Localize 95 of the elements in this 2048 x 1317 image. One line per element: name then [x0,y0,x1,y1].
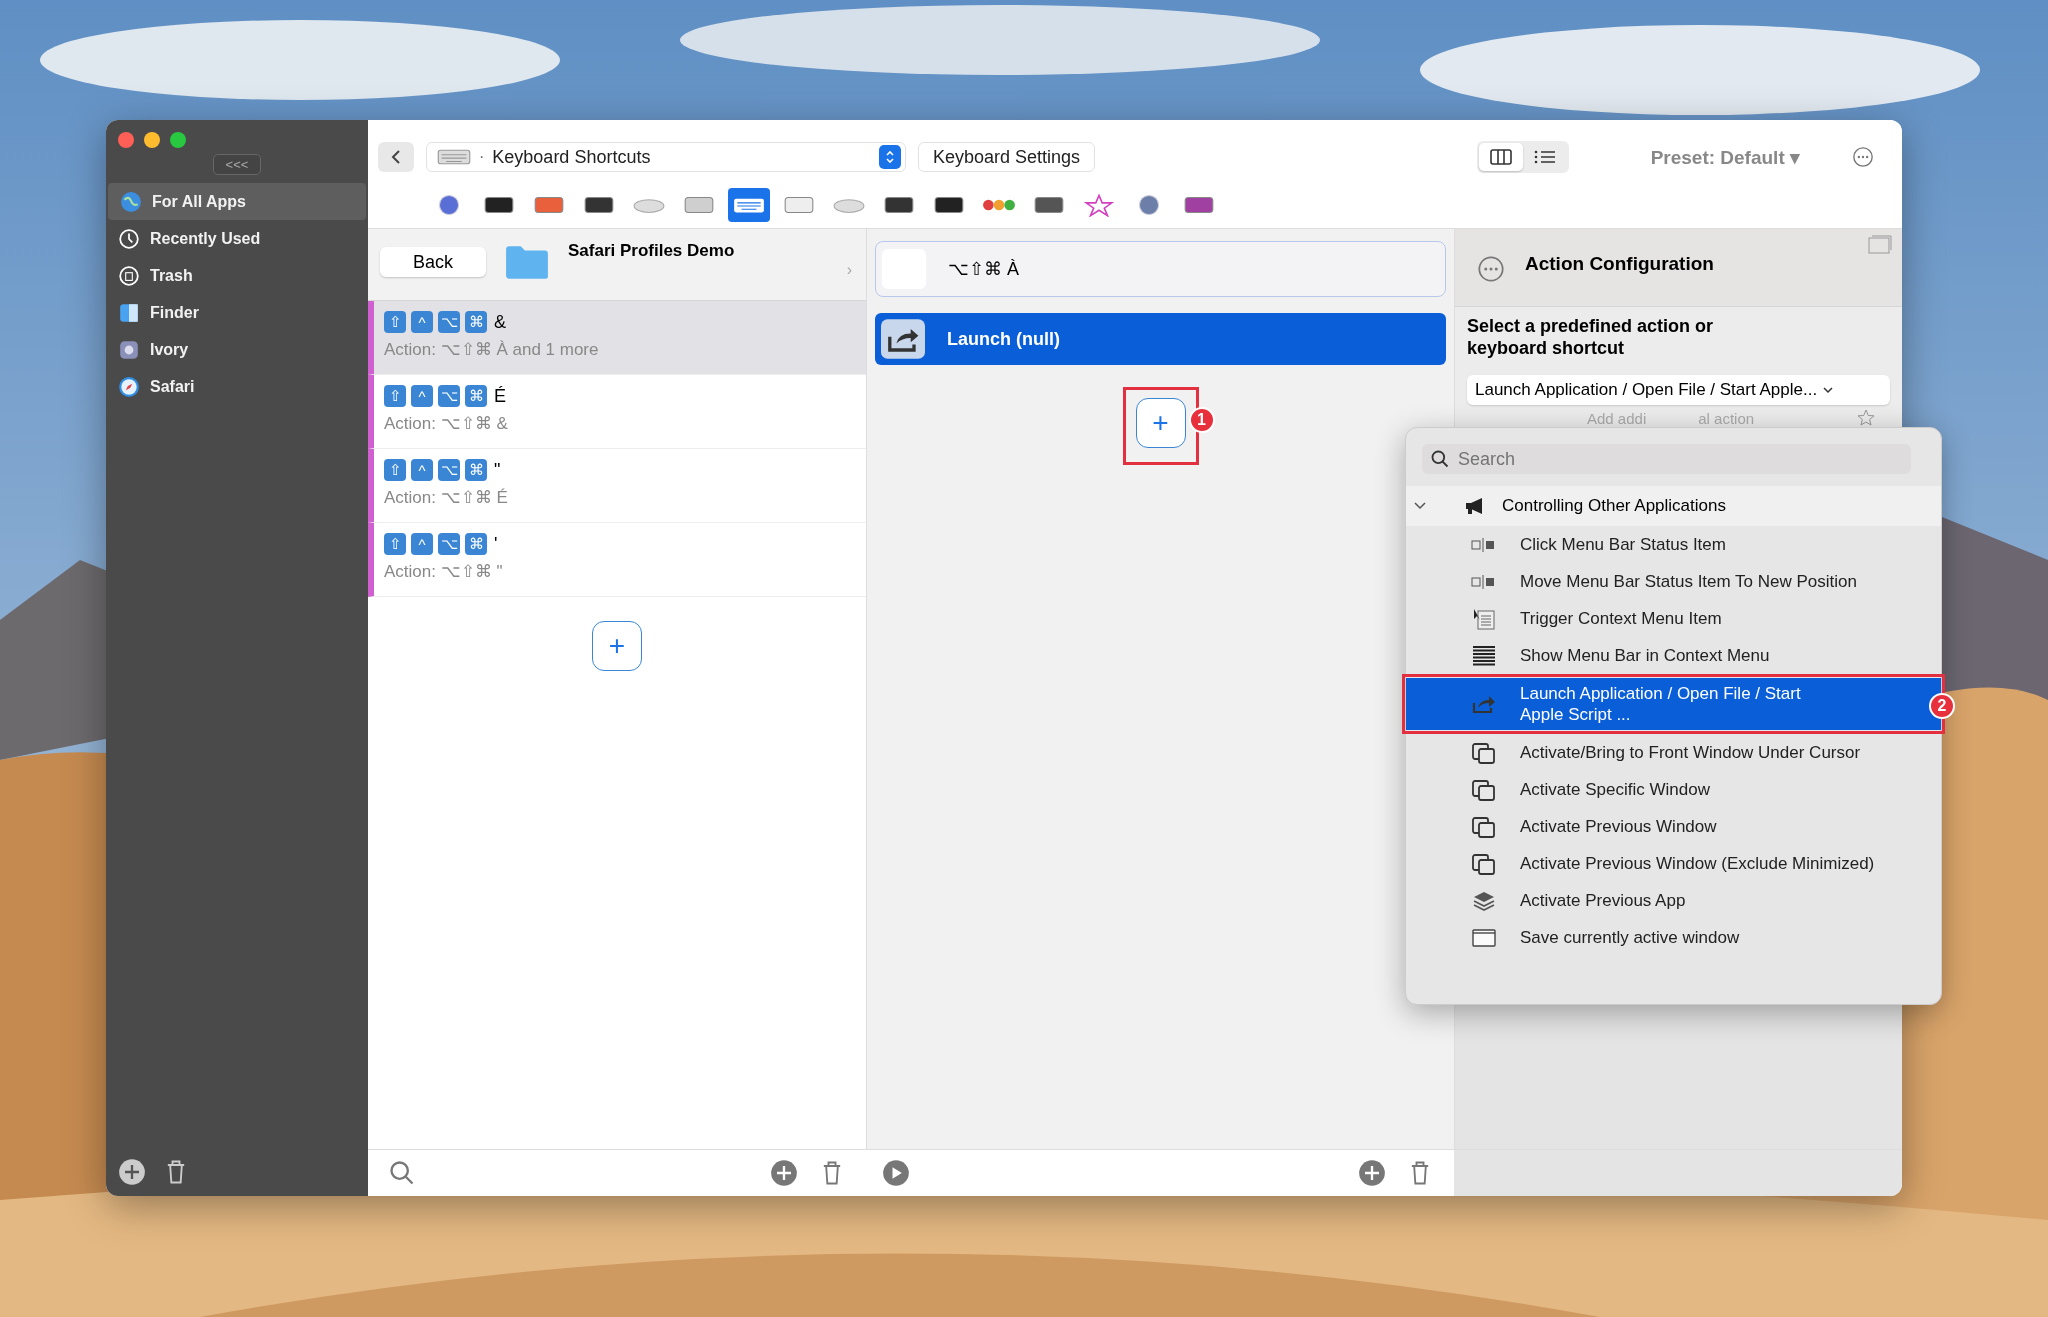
modifier-key: ⌘ [465,311,487,333]
windows-icon [1470,777,1498,802]
modifier-key: ^ [411,459,433,481]
modifier-key: ^ [411,533,433,555]
preset-menu[interactable]: Preset: Default ▾ [1650,145,1800,169]
modifier-key: ⇧ [384,459,406,481]
add-trigger-button[interactable]: + [592,621,642,671]
menu-item[interactable]: Click Menu Bar Status Item [1406,526,1941,563]
menu-item[interactable]: Show Menu Bar in Context Menu [1406,637,1941,674]
action-summary: Action: ⌥⇧⌘ É [384,487,509,508]
key-label: ' [494,533,498,555]
trigger-card[interactable]: ⌥⇧⌘ À [875,241,1446,297]
add-action-button[interactable]: + [1135,398,1186,448]
key-label: " [494,459,501,481]
modifier-key: ⇧ [384,385,406,407]
add-icon[interactable] [1358,1159,1386,1187]
keyboard-icon[interactable] [728,188,770,222]
sidebar-item[interactable]: Trash [106,257,368,294]
trigger-type-selector[interactable]: · Keyboard Shortcuts [426,142,906,172]
collapse-button[interactable]: <<< [212,154,262,175]
sidebar-item[interactable]: Recently Used [106,220,368,257]
action-dropdown[interactable]: Launch Application / Open File / Start Apple... [1467,375,1890,405]
folder-title: Safari Profiles Demo [568,241,736,261]
key-label: & [494,311,506,333]
sidebar-item[interactable]: Finder [106,294,368,331]
modifier-key: ⇧ [384,533,406,555]
modifier-key: ⌥ [438,533,460,555]
windows-icon [1470,740,1498,765]
search-icon[interactable] [388,1159,416,1187]
list-icon [1532,148,1557,166]
panel-title: Action Configuration [1525,253,1715,275]
more-icon[interactable] [1852,146,1874,168]
keyboard-settings-button[interactable]: Keyboard Settings [918,142,1096,172]
compass-icon [118,375,140,398]
add-icon[interactable] [770,1159,798,1187]
clock-icon [118,227,140,250]
action-summary: Action: ⌥⇧⌘ " [384,561,504,582]
modifier-key: ⌘ [465,385,487,407]
step-badge: 1 [1188,407,1215,433]
sidebar-item[interactable]: Ivory [106,331,368,368]
lines-icon [1470,643,1498,668]
modifier-key: ⌥ [438,459,460,481]
chevron-left-icon [390,149,402,165]
back-button[interactable] [378,142,414,172]
modifier-key: ⌥ [438,385,460,407]
star-icon[interactable] [1856,408,1876,428]
sidebar-item[interactable]: Safari [106,368,368,405]
separator-dot: · [479,148,485,166]
globe-icon [120,190,142,213]
share-icon [881,319,925,359]
modifier-key: ⌘ [465,459,487,481]
play-icon[interactable] [882,1159,910,1187]
modifier-key: ⌘ [465,533,487,555]
modifier-key: ⌥ [438,311,460,333]
menu-item[interactable]: Activate Previous App [1406,882,1941,919]
finder-icon [118,301,140,324]
trash-icon [118,264,140,287]
windows-icon [1470,851,1498,876]
windows-icon [1470,814,1498,839]
back-button[interactable]: Back [380,247,486,277]
stepper-icon[interactable] [879,145,901,169]
menu-item[interactable]: Save currently active window [1406,919,1941,956]
hint-text: Add addi [1587,409,1647,427]
chevron-icon: › [846,261,852,279]
trigger-row[interactable]: ⇧ ^ ⌥ ⌘ & Action: ⌥⇧⌘ À and 1 more [368,301,866,375]
folder-icon [504,243,550,281]
category-row[interactable]: Controlling Other Applications [1406,486,1941,526]
action-summary: Action: ⌥⇧⌘ À and 1 more [384,339,600,360]
app-icon [118,338,140,361]
action-summary: Action: ⌥⇧⌘ & [384,413,509,434]
modifier-key: ⇧ [384,311,406,333]
column-view-button[interactable] [1478,143,1523,171]
menu-item[interactable]: Move Menu Bar Status Item To New Position [1406,563,1941,600]
chevron-down-icon [1414,502,1426,510]
minimize-button[interactable] [144,132,160,148]
action-card[interactable]: Launch (null) [875,313,1446,365]
menu-item[interactable]: Activate Specific Window [1406,771,1941,808]
search-field[interactable]: Search [1422,444,1911,474]
sidebar-item[interactable]: For All Apps [108,183,366,220]
menu-item[interactable]: Activate/Bring to Front Window Under Cursor [1406,734,1941,771]
hint-text: al action [1698,409,1755,427]
caret-icon [1823,386,1834,394]
key-label: É [494,385,506,407]
modifier-key: ^ [411,311,433,333]
add-icon[interactable] [118,1158,146,1186]
section-heading: Select a predefined action or keyboard shortcut [1467,315,1715,359]
menu-item[interactable]: Activate Previous Window (Exclude Minimized) [1406,845,1941,882]
more-icon[interactable] [1477,255,1505,283]
close-button[interactable] [118,132,134,148]
modifier-key: ^ [411,385,433,407]
zoom-button[interactable] [170,132,186,148]
menu-item[interactable]: Activate Previous Window [1406,808,1941,845]
menu-item[interactable]: Trigger Context Menu Item [1406,600,1941,637]
keyboard-icon [437,148,471,166]
columns-icon [1488,148,1513,166]
